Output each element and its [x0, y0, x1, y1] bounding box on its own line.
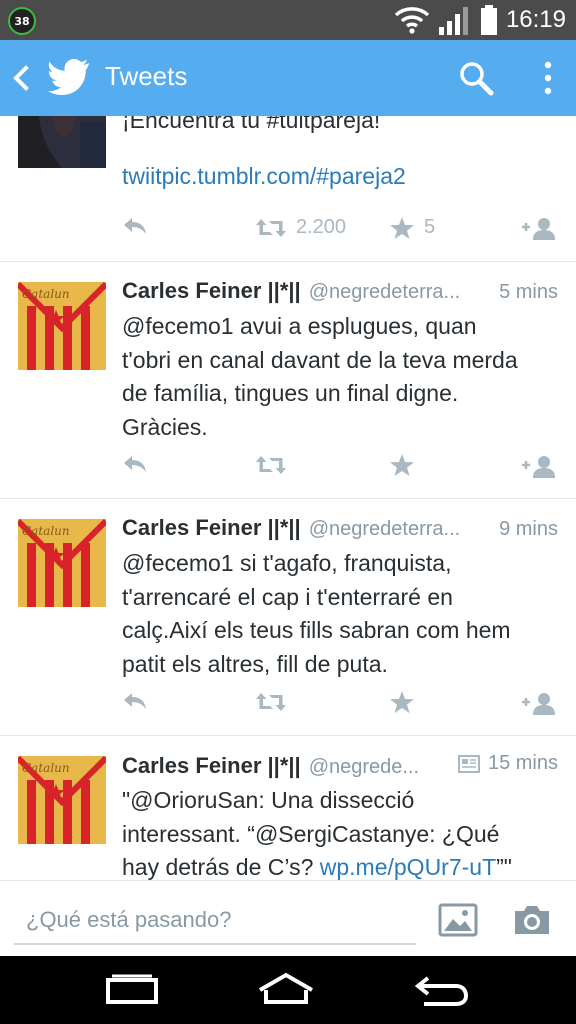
back-icon[interactable] [10, 62, 32, 94]
tweet-item[interactable]: Catalun Carles Feiner ||*|| @negredeterr… [0, 262, 576, 499]
star-icon [390, 216, 414, 239]
tweet-text: ¡Encuentra tu #tuitpareja! [122, 116, 381, 133]
tweet-author-handle[interactable]: @negredeterra... [309, 281, 493, 304]
search-icon[interactable] [458, 60, 494, 96]
tweet-link[interactable]: wp.me/pQUr7-uT [320, 854, 496, 880]
compose-input[interactable]: ¿Qué está pasando? [14, 903, 416, 945]
avatar[interactable]: Catalun [18, 282, 106, 370]
tweet-item[interactable]: Catalun Carles Feiner ||*|| @negredeterr… [0, 499, 576, 736]
tweet-timestamp: 5 mins [499, 281, 558, 303]
tweet-author-name[interactable]: Carles Feiner ||*|| [122, 278, 301, 304]
tweet-author-handle[interactable]: @negredeterra... [309, 518, 493, 541]
add-user-icon [522, 693, 555, 715]
camera-icon[interactable] [512, 903, 552, 937]
follow-button[interactable] [522, 216, 558, 240]
avatar[interactable]: Catalun [18, 519, 106, 607]
back-nav-icon[interactable] [412, 970, 472, 1010]
favorite-button[interactable] [390, 454, 414, 476]
tweet-author-handle[interactable]: @negrede... [309, 756, 452, 779]
favorite-button[interactable] [390, 691, 414, 713]
tweet-item[interactable]: ¡Encuentra tu #tuitpareja! twiitpic.tumb… [0, 116, 576, 262]
follow-button[interactable] [522, 454, 558, 478]
retweet-button[interactable] [256, 691, 286, 713]
clock: 16:19 [505, 6, 566, 33]
newspaper-icon [457, 754, 480, 773]
add-user-icon [522, 456, 555, 478]
reply-icon [124, 456, 146, 472]
avatar[interactable] [18, 116, 106, 168]
recents-icon[interactable] [102, 970, 162, 1010]
retweet-icon [256, 693, 286, 711]
tweet-timestamp: 9 mins [499, 518, 558, 540]
retweet-icon [256, 456, 286, 474]
tweet-author-name[interactable]: Carles Feiner ||*|| [122, 515, 301, 541]
signal-icon [438, 7, 468, 35]
overflow-menu-icon[interactable] [540, 60, 556, 96]
svg-text:Catalun: Catalun [22, 524, 70, 538]
home-icon[interactable] [256, 970, 316, 1010]
add-user-icon [522, 218, 555, 240]
retweet-button[interactable] [256, 454, 286, 476]
tweet-author-name[interactable]: Carles Feiner ||*|| [122, 753, 301, 779]
page-title: Tweets [105, 61, 188, 91]
reply-icon [124, 218, 146, 234]
system-nav-bar [0, 956, 576, 1024]
retweet-count: 2.200 [296, 216, 347, 238]
favorite-button[interactable]: 5 [390, 216, 435, 239]
tweet-text: @fecemo1 avui a esplugues, quan t'obri e… [122, 313, 518, 440]
svg-text:Catalun: Catalun [22, 761, 70, 775]
compose-bar: ¿Qué está pasando? [0, 880, 576, 956]
reply-button[interactable] [122, 216, 148, 236]
reply-button[interactable] [122, 691, 148, 711]
svg-text:Catalun: Catalun [22, 287, 70, 301]
status-bar: 38 16:19 [0, 0, 576, 40]
tweet-text: @fecemo1 si t'agafo, franquista, t'arren… [122, 550, 511, 677]
tweet-text: "@OrioruSan: Una dissecció interessant. … [122, 787, 512, 880]
battery-icon [480, 5, 497, 35]
timeline[interactable]: ¡Encuentra tu #tuitpareja! twiitpic.tumb… [0, 116, 576, 880]
star-icon [390, 454, 414, 476]
wifi-icon [394, 7, 430, 34]
twitter-bird-icon[interactable] [48, 58, 90, 96]
photo-icon[interactable] [438, 903, 478, 937]
retweet-button[interactable]: 2.200 [256, 216, 346, 239]
follow-button[interactable] [522, 691, 558, 715]
reply-button[interactable] [122, 454, 148, 474]
notification-badge: 38 [8, 7, 36, 35]
star-icon [390, 691, 414, 713]
retweet-icon [256, 218, 286, 237]
reply-icon [124, 693, 146, 709]
tweet-link[interactable]: twiitpic.tumblr.com/#pareja2 [122, 160, 558, 194]
favorite-count: 5 [424, 216, 436, 238]
tweet-item[interactable]: Catalun Carles Feiner ||*|| @negrede... … [0, 736, 576, 880]
avatar[interactable]: Catalun [18, 756, 106, 844]
action-bar: Tweets [0, 40, 576, 116]
tweet-timestamp: 15 mins [457, 752, 558, 775]
